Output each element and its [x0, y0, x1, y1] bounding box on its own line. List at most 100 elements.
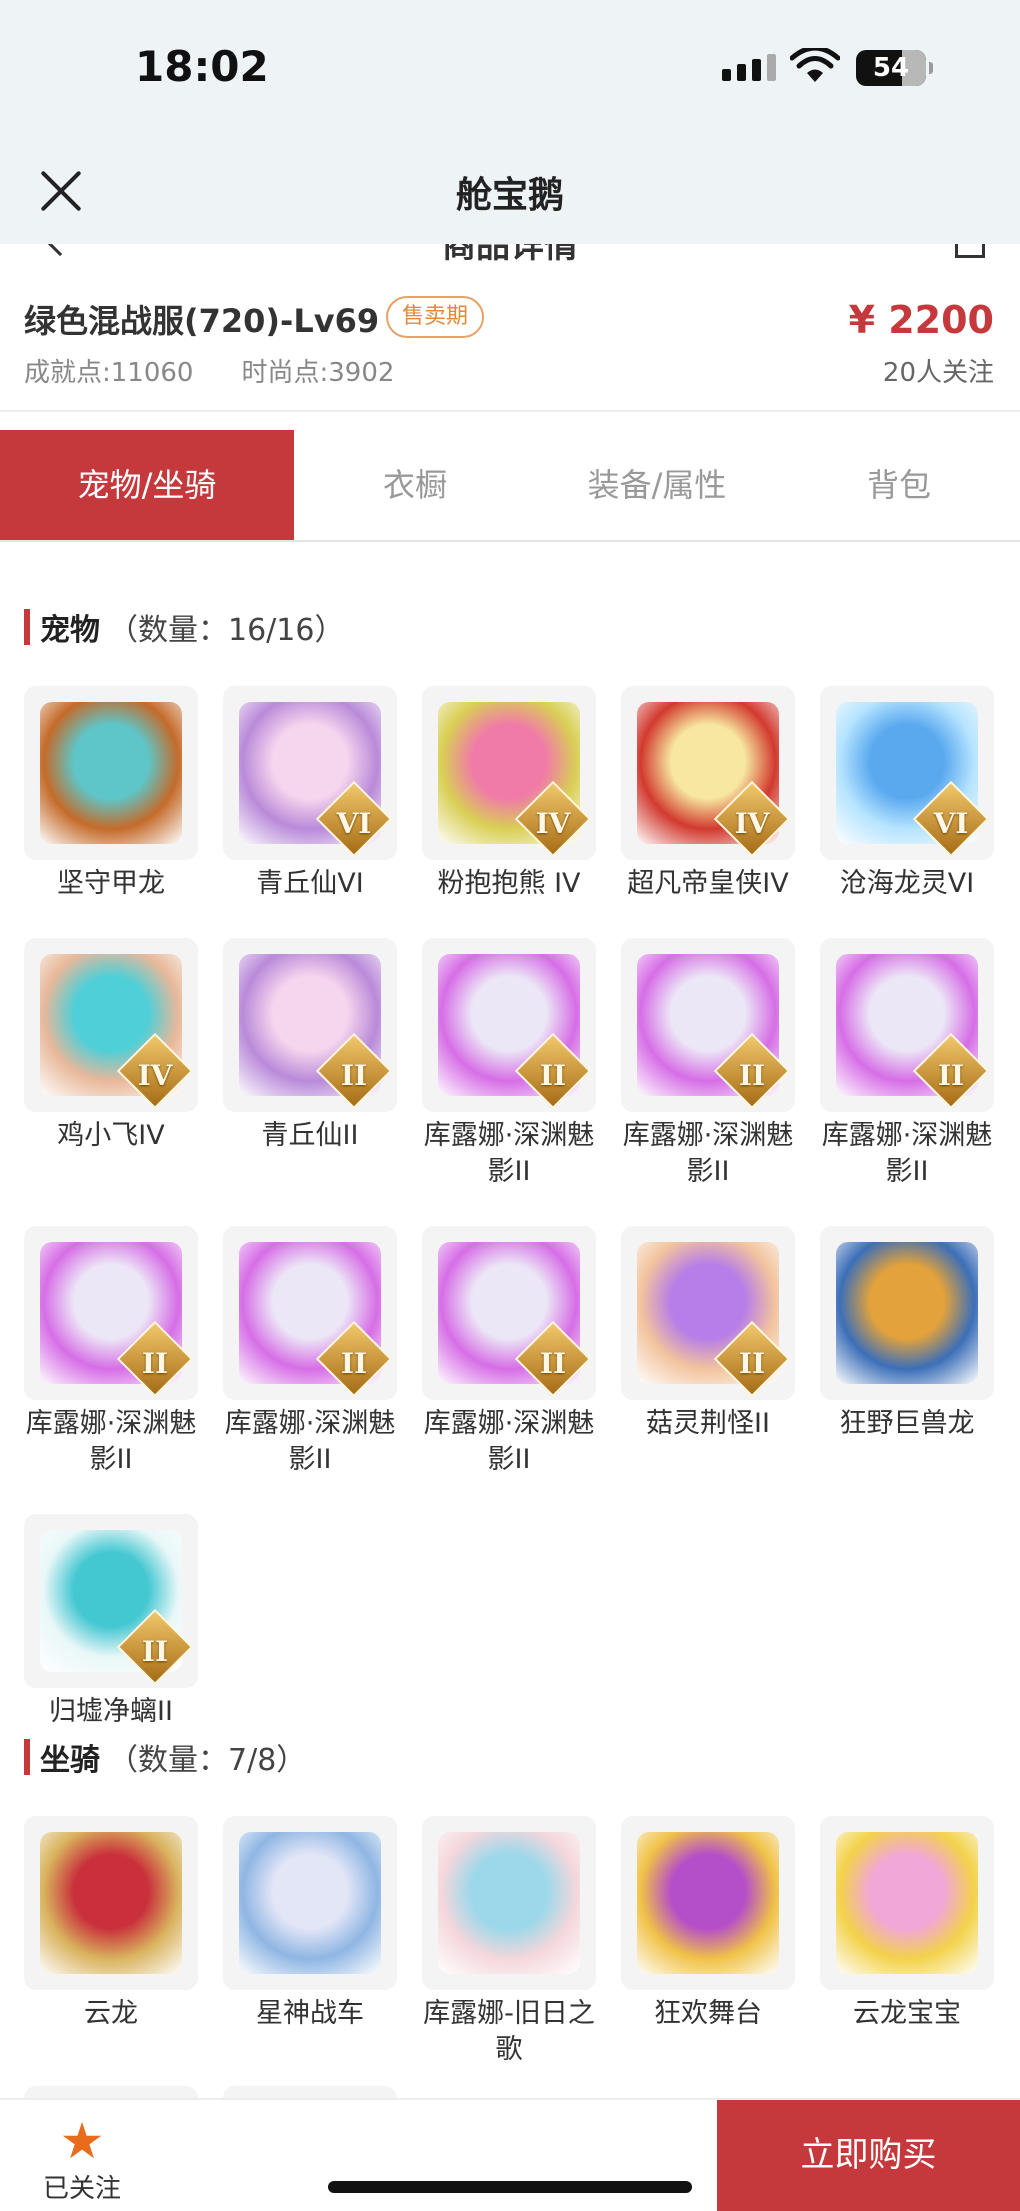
- mount-image: [836, 1832, 978, 1974]
- follower-count: 20人关注: [882, 358, 994, 388]
- pet-item[interactable]: II 库露娜·深渊魅影II: [24, 1226, 198, 1478]
- mount-name: 库露娜-旧日之歌: [423, 1998, 595, 2065]
- pet-item[interactable]: II 菇灵荆怪II: [621, 1226, 795, 1478]
- pet-item[interactable]: IV 粉抱抱熊 IV: [422, 686, 596, 902]
- pet-thumbnail: VI: [223, 686, 397, 860]
- tab-backpack[interactable]: 背包: [778, 430, 1020, 540]
- pet-item[interactable]: II 库露娜·深渊魅影II: [422, 938, 596, 1190]
- mount-thumbnail: [422, 1816, 596, 1990]
- pet-name: 青丘仙VI: [256, 868, 364, 899]
- mount-item[interactable]: 狂欢舞台: [621, 1816, 795, 2068]
- section-marker: [24, 609, 30, 645]
- pet-item[interactable]: VI 青丘仙VI: [223, 686, 397, 902]
- mount-name: 星神战车: [256, 1998, 364, 2029]
- pet-thumbnail: II: [621, 938, 795, 1112]
- app-title: 舱宝鹅: [455, 175, 564, 216]
- pets-section-title: 宠物 （数量：16/16）: [24, 607, 345, 648]
- pet-thumbnail: [24, 686, 198, 860]
- pet-name: 库露娜·深渊魅影II: [25, 1408, 197, 1475]
- mount-thumbnail: [820, 1816, 994, 1990]
- pet-grid: 坚守甲龙 VI 青丘仙VI IV 粉抱抱熊 IV IV 超凡帝皇侠IV VI 沧海龙灵VI IV 鸡…: [24, 686, 1004, 1730]
- pet-name: 归墟净螭II: [49, 1696, 173, 1727]
- mount-image: [239, 1832, 381, 1974]
- grade-badge-text: II: [141, 1347, 169, 1380]
- buy-now-button[interactable]: 立即购买: [717, 2100, 1020, 2211]
- cellular-signal-icon: [722, 54, 776, 81]
- mount-image: [637, 1832, 779, 1974]
- pet-item[interactable]: II 库露娜·深渊魅影II: [820, 938, 994, 1190]
- pet-thumbnail: II: [223, 938, 397, 1112]
- pet-item[interactable]: II 库露娜·深渊魅影II: [422, 1226, 596, 1478]
- follow-label: 已关注: [42, 2174, 121, 2204]
- pet-name: 超凡帝皇侠IV: [627, 868, 789, 899]
- pet-item[interactable]: 狂野巨兽龙: [820, 1226, 994, 1478]
- section-count: （数量：7/8）: [108, 1743, 307, 1778]
- pet-name: 库露娜·深渊魅影II: [423, 1408, 595, 1475]
- mount-image: [40, 1832, 182, 1974]
- grade-badge-text: II: [937, 1059, 965, 1092]
- pet-name: 狂野巨兽龙: [839, 1408, 975, 1439]
- pet-name: 菇灵荆怪II: [646, 1408, 770, 1439]
- pet-name: 鸡小飞IV: [57, 1120, 165, 1151]
- section-marker: [24, 1739, 30, 1775]
- pet-name: 青丘仙II: [261, 1120, 359, 1151]
- product-price: ¥ 2200: [848, 298, 994, 342]
- pet-thumbnail: II: [621, 1226, 795, 1400]
- grade-badge-text: II: [340, 1059, 368, 1092]
- pet-image: [836, 1242, 978, 1384]
- pet-item[interactable]: II 归墟净螭II: [24, 1514, 198, 1730]
- product-stats: 成就点:11060 时尚点:3902: [24, 352, 394, 389]
- follow-button[interactable]: ★ 已关注: [36, 2114, 128, 2205]
- tab-pets-mounts[interactable]: 宠物/坐骑: [0, 430, 294, 540]
- mount-item[interactable]: 星神战车: [223, 1816, 397, 2068]
- status-time: 18:02: [135, 42, 269, 91]
- mount-item[interactable]: 库露娜-旧日之歌: [422, 1816, 596, 2068]
- pet-name: 库露娜·深渊魅影II: [821, 1120, 993, 1187]
- top-bar: 18:02 54 舱宝鹅: [0, 0, 1020, 244]
- grade-badge-text: II: [539, 1347, 567, 1380]
- achievement-points: 成就点:11060: [24, 358, 194, 388]
- grade-badge-text: II: [738, 1059, 766, 1092]
- mount-image: [438, 1832, 580, 1974]
- grade-badge-text: VI: [336, 807, 372, 840]
- mount-item[interactable]: 云龙: [24, 1816, 198, 2068]
- grade-badge-text: II: [539, 1059, 567, 1092]
- section-name: 坐骑: [40, 1743, 100, 1778]
- mount-item[interactable]: 云龙宝宝: [820, 1816, 994, 2068]
- mount-thumbnail: [621, 1816, 795, 1990]
- pet-thumbnail: IV: [24, 938, 198, 1112]
- mount-name: 云龙宝宝: [853, 1998, 961, 2029]
- pet-thumbnail: II: [820, 938, 994, 1112]
- pet-name: 沧海龙灵VI: [839, 868, 975, 899]
- grade-badge-text: II: [340, 1347, 368, 1380]
- pet-item[interactable]: IV 超凡帝皇侠IV: [621, 686, 795, 902]
- pet-item[interactable]: II 库露娜·深渊魅影II: [223, 1226, 397, 1478]
- pet-item[interactable]: II 库露娜·深渊魅影II: [621, 938, 795, 1190]
- section-count: （数量：16/16）: [108, 613, 345, 648]
- grade-badge-text: IV: [137, 1059, 173, 1092]
- bottom-action-bar: ★ 已关注 立即购买: [0, 2098, 1020, 2211]
- pet-thumbnail: II: [24, 1226, 198, 1400]
- pet-item[interactable]: 坚守甲龙: [24, 686, 198, 902]
- tab-wardrobe[interactable]: 衣橱: [294, 430, 536, 540]
- pet-thumbnail: II: [223, 1226, 397, 1400]
- grade-badge-text: IV: [734, 807, 770, 840]
- tab-equipment[interactable]: 装备/属性: [536, 430, 778, 540]
- grade-badge-text: IV: [535, 807, 571, 840]
- pet-item[interactable]: IV 鸡小飞IV: [24, 938, 198, 1190]
- share-icon[interactable]: [955, 244, 985, 258]
- pet-name: 库露娜·深渊魅影II: [423, 1120, 595, 1187]
- pet-thumbnail: IV: [621, 686, 795, 860]
- battery-icon: 54: [856, 50, 933, 86]
- star-icon: ★: [59, 2112, 105, 2170]
- pet-item[interactable]: VI 沧海龙灵VI: [820, 686, 994, 902]
- mount-name: 狂欢舞台: [654, 1998, 762, 2029]
- mount-name: 云龙: [84, 1998, 138, 2029]
- section-name: 宠物: [40, 613, 100, 648]
- pet-name: 坚守甲龙: [57, 868, 165, 899]
- battery-level: 54: [872, 53, 910, 83]
- pet-item[interactable]: II 青丘仙II: [223, 938, 397, 1190]
- pet-thumbnail: II: [24, 1514, 198, 1688]
- pet-thumbnail: VI: [820, 686, 994, 860]
- divider: [0, 410, 1020, 412]
